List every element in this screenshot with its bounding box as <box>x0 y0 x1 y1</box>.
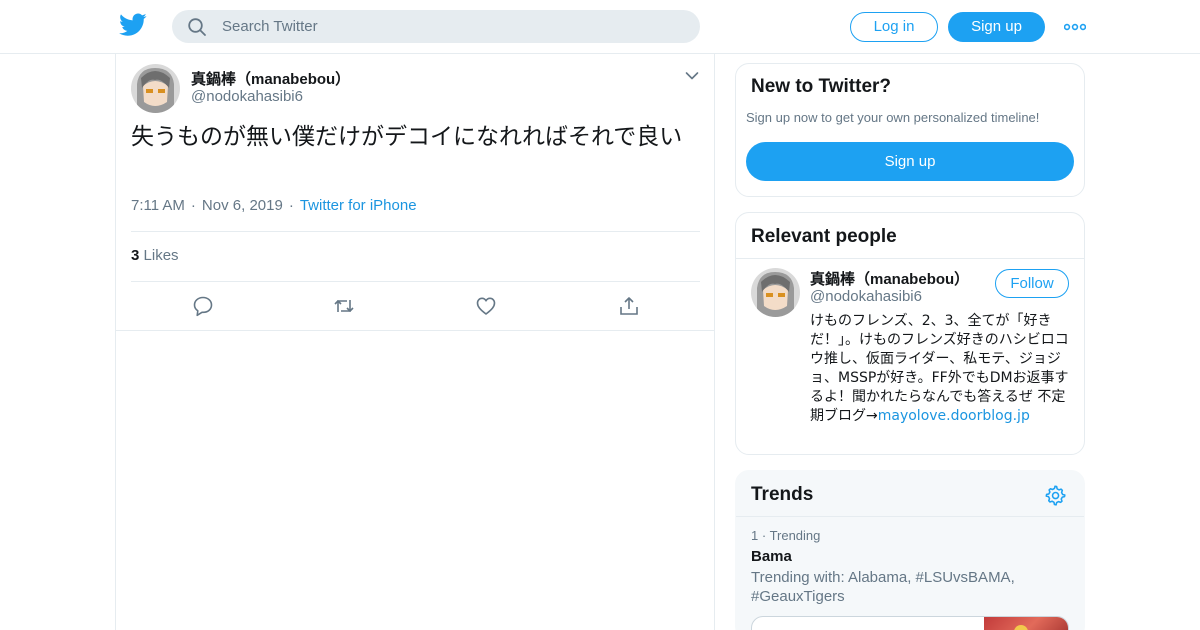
chevron-down-icon[interactable] <box>684 68 700 84</box>
separator-dot: · <box>190 197 196 214</box>
author-handle[interactable]: @nodokahasibi6 <box>191 88 303 105</box>
signup-card-button[interactable]: Sign up <box>746 142 1074 181</box>
login-button[interactable]: Log in <box>850 12 938 42</box>
tweet-date[interactable]: Nov 6, 2019 <box>202 197 283 214</box>
search-bar <box>172 10 700 43</box>
avatar[interactable] <box>751 268 800 317</box>
tweet-meta: 7:11 AM · Nov 6, 2019 · Twitter for iPhone <box>131 197 417 214</box>
timeline-column: 真鍋棒（manabebou） @nodokahasibi6 失うものが無い僕だけ… <box>115 54 715 630</box>
tweet-text: 失うものが無い僕だけがデコイになれればそれで良い <box>131 124 683 150</box>
trend-rank: 1 <box>751 528 759 543</box>
relevant-people-card: Relevant people 真鍋棒（manabebou） @nodokaha… <box>735 212 1085 455</box>
like-icon[interactable] <box>475 295 497 317</box>
twitter-bird-icon[interactable] <box>119 12 147 38</box>
signup-button[interactable]: Sign up <box>948 12 1045 42</box>
separator-dot: · <box>288 197 294 214</box>
bio-link[interactable]: mayolove.doorblog.jp <box>878 408 1030 424</box>
avatar[interactable] <box>131 64 180 113</box>
divider <box>131 231 700 232</box>
new-to-twitter-card: New to Twitter? Sign up now to get your … <box>735 63 1085 197</box>
author-name[interactable]: 真鍋棒（manabebou） <box>191 68 350 89</box>
trend-meta: 1 · Trending <box>751 528 821 543</box>
card-title: New to Twitter? <box>751 76 892 97</box>
trend-name[interactable]: Bama <box>751 548 792 565</box>
tweet-time[interactable]: 7:11 AM <box>131 197 185 214</box>
trend-label: Trending <box>769 528 821 543</box>
retweet-icon[interactable] <box>333 295 355 317</box>
likes-number: 3 <box>131 247 140 264</box>
person-name[interactable]: 真鍋棒（manabebou） <box>810 268 969 289</box>
trend-preview-card[interactable] <box>751 616 1069 630</box>
person-handle[interactable]: @nodokahasibi6 <box>810 288 922 305</box>
avatar-illustration-icon <box>131 64 180 113</box>
card-subtitle: Sign up now to get your own personalized… <box>746 110 1040 125</box>
more-options-icon[interactable] <box>1064 17 1086 37</box>
likes-label: Likes <box>143 247 179 264</box>
divider <box>736 516 1084 517</box>
top-bar: Log in Sign up <box>0 0 1200 54</box>
reply-icon[interactable] <box>192 295 214 317</box>
share-icon[interactable] <box>618 295 640 317</box>
tweet-source-link[interactable]: Twitter for iPhone <box>300 197 417 214</box>
divider <box>736 258 1084 259</box>
gear-icon[interactable] <box>1044 484 1066 506</box>
divider <box>131 281 700 282</box>
person-bio: けものフレンズ、2、3、全てが「好きだ！」。けものフレンズ好きのハシビロコウ推し… <box>810 312 1072 426</box>
trend-thumbnail <box>984 617 1068 630</box>
card-title: Trends <box>751 484 814 505</box>
follow-button[interactable]: Follow <box>995 269 1069 298</box>
trend-context: Trending with: Alabama, #LSUvsBAMA, #Gea… <box>751 569 1015 605</box>
tweet[interactable]: 真鍋棒（manabebou） @nodokahasibi6 失うものが無い僕だけ… <box>116 54 714 331</box>
trends-card: Trends 1 · Trending Bama Trending with: … <box>735 470 1085 630</box>
search-icon <box>188 18 206 36</box>
avatar-illustration-icon <box>751 268 800 317</box>
search-input[interactable] <box>222 10 682 43</box>
thumbnail-detail <box>1014 625 1028 630</box>
likes-count[interactable]: 3 Likes <box>131 247 179 264</box>
card-title: Relevant people <box>751 226 897 247</box>
